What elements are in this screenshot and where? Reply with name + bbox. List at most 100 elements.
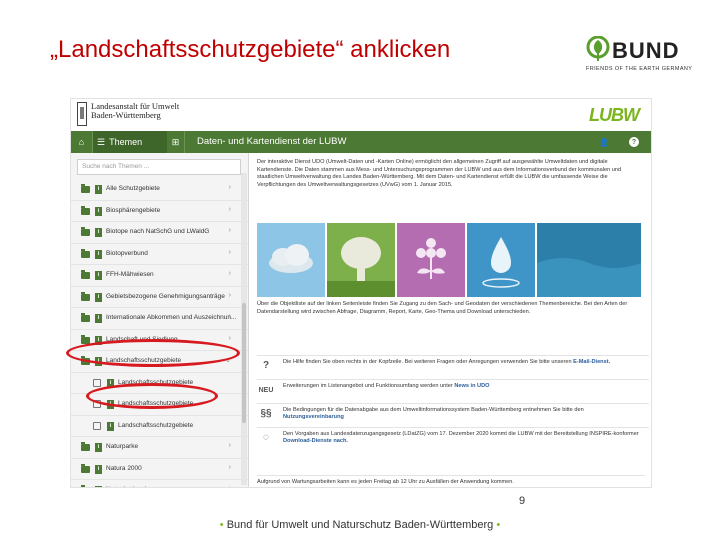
chevron-icon[interactable]: › <box>229 270 231 277</box>
highlight-ellipse <box>86 383 218 409</box>
theme-tree-item[interactable]: i FFH-Mähwiesen › <box>71 265 248 287</box>
theme-tree-item[interactable]: i Naturparke › <box>71 437 248 459</box>
theme-tree-label: Naturparke <box>106 443 139 450</box>
theme-tree: i Alle Schutzgebiete › i Biosphärengebiete › i… <box>71 179 248 487</box>
info-icon[interactable]: i <box>95 249 102 259</box>
chevron-icon[interactable]: › <box>229 249 231 256</box>
theme-tree-item[interactable]: i Internationale Abkommen und Auszeichnun… <box>71 308 248 330</box>
info-icon[interactable]: i <box>95 228 102 237</box>
info-icon[interactable]: i <box>95 271 102 280</box>
lubw-header: Landesanstalt für Umwelt Baden-Württembe… <box>71 99 651 131</box>
wave-image[interactable] <box>537 223 641 297</box>
chevron-icon[interactable]: › <box>229 184 231 191</box>
theme-tree-item[interactable]: i Naturdenkmale › <box>71 480 248 487</box>
info-row-icon: ◌ <box>263 432 269 443</box>
lubw-logo: LUBW <box>589 105 640 125</box>
footer-text: Bund für Umwelt und Naturschutz Baden-Wü… <box>226 519 494 531</box>
info-row-link[interactable]: News in UDO <box>454 383 489 389</box>
info-icon[interactable]: i <box>95 443 102 452</box>
flower-icon <box>397 223 465 297</box>
theme-tree-item[interactable]: i Biosphärengebiete › <box>71 201 248 222</box>
highlight-ellipse <box>66 339 240 367</box>
theme-tree-label: Biotopverbund <box>106 249 148 257</box>
theme-tree-item[interactable]: i Biotopverbund › <box>71 244 248 265</box>
chevron-icon[interactable]: › <box>229 313 231 320</box>
footer-bullet: • <box>496 519 501 531</box>
theme-tree-label: Biosphärengebiete <box>106 206 161 214</box>
theme-search-input[interactable]: Suche nach Themen ... <box>77 159 241 175</box>
info-icon[interactable]: i <box>95 486 102 487</box>
theme-tree-item[interactable]: i Alle Schutzgebiete › <box>71 179 248 201</box>
lubw-screenshot: Landesanstalt für Umwelt Baden-Württembe… <box>70 98 652 488</box>
theme-tree-label: Biotope nach NatSchG und LWaldG <box>106 228 210 235</box>
navigation-hint-text: Über die Objektliste auf der linken Seit… <box>257 301 628 315</box>
info-row-text: Die Bedingungen für die Datenabgabe aus … <box>283 407 643 421</box>
bund-leaf-icon <box>586 36 610 61</box>
slide-title: „Landschaftsschutzgebiete“ anklicken <box>50 36 451 63</box>
info-row-body: Die Bedingungen für die Datenabgabe aus … <box>283 407 584 413</box>
lubw-org-name: Landesanstalt für Umwelt Baden-Württembe… <box>91 101 180 120</box>
info-row-link[interactable]: Nutzungsvereinbarung <box>283 414 344 420</box>
intro-text: Der interaktive Dienst UDO (Umwelt-Daten… <box>257 159 622 188</box>
info-icon[interactable]: i <box>95 292 102 302</box>
info-row-icon: ? <box>262 360 270 371</box>
home-button[interactable]: ⌂ <box>71 131 93 153</box>
theme-tree-label: Gebietsbezogene Genehmigungsanträge <box>106 292 225 300</box>
info-icon[interactable]: i <box>95 314 102 323</box>
navbar: ⌂ ☰ Themen ⊞ Daten- und Kartendienst der… <box>71 131 651 153</box>
layer-icon <box>93 421 101 430</box>
theme-tree-item[interactable]: i Gebietsbezogene Genehmigungsanträge › <box>71 287 248 308</box>
chevron-icon[interactable]: › <box>229 464 231 471</box>
help-icon: ? <box>629 137 639 147</box>
maintenance-note: Aufgrund von Wartungsarbeiten kann es je… <box>257 475 645 485</box>
chevron-icon[interactable]: › <box>229 292 231 299</box>
info-row-icon: NEU <box>258 387 274 394</box>
folder-icon <box>81 485 85 487</box>
chevron-icon[interactable]: › <box>229 442 231 449</box>
chevron-icon[interactable]: › <box>229 206 231 213</box>
info-row-link[interactable]: Download-Dienste nach. <box>283 438 348 444</box>
theme-tree-item[interactable]: i Landschaftsschutzgebiete <box>71 416 248 437</box>
water-image[interactable] <box>467 223 535 297</box>
folder-icon <box>81 205 90 215</box>
info-icon[interactable]: i <box>95 185 102 194</box>
info-icon[interactable]: i <box>107 421 114 431</box>
themes-button[interactable]: ☰ Themen <box>93 131 167 153</box>
folder-icon <box>81 463 90 473</box>
state-crest-icon <box>77 102 87 126</box>
cloud-icon <box>257 223 325 297</box>
folder-icon <box>81 248 90 258</box>
chevron-icon[interactable]: › <box>229 227 231 234</box>
info-row-body: Erweiterungen im Listenangebot und Funkt… <box>283 383 453 389</box>
layer-icon <box>93 378 101 387</box>
slide-footer: • Bund für Umwelt und Naturschutz Baden-… <box>0 519 720 531</box>
sky-cloud-image[interactable] <box>257 223 325 297</box>
grid-icon: ⊞ <box>171 136 180 147</box>
info-row-text: Erweiterungen im Listenangebot und Funkt… <box>283 383 643 390</box>
flower-image[interactable] <box>397 223 465 297</box>
info-icon[interactable]: i <box>95 464 102 474</box>
help-button[interactable]: ? <box>623 131 645 153</box>
menu-icon: ☰ <box>97 136 106 147</box>
folder-icon <box>81 442 90 451</box>
sidebar-scroll-thumb[interactable] <box>242 303 246 423</box>
chevron-icon[interactable]: › <box>229 335 231 342</box>
grid-button[interactable]: ⊞ <box>167 131 185 153</box>
info-row-text: Den Vorgaben aus Landesdatenzugangsgeset… <box>283 431 643 445</box>
app-title: Daten- und Kartendienst der LUBW <box>197 136 347 147</box>
water-drop-icon <box>467 223 535 297</box>
theme-tree-item[interactable]: i Natura 2000 › <box>71 459 248 480</box>
tree-image[interactable] <box>327 223 395 297</box>
folder-icon <box>81 184 90 193</box>
theme-tree-item[interactable]: i Biotope nach NatSchG und LWaldG › <box>71 222 248 244</box>
theme-tree-label: Landschaftsschutzgebiete <box>118 421 194 429</box>
main-content: Der interaktive Dienst UDO (Umwelt-Daten… <box>253 157 649 487</box>
info-row-link[interactable]: E-Mail-Dienst. <box>573 359 610 365</box>
info-icon[interactable]: i <box>95 206 102 216</box>
theme-tree-label: FFH-Mähwiesen <box>106 271 154 278</box>
chevron-icon[interactable]: › <box>229 485 231 487</box>
theme-tree-label: Internationale Abkommen und Auszeichnun.… <box>106 314 237 321</box>
page-number: 9 <box>519 495 526 507</box>
user-button[interactable]: 👤 <box>595 131 613 153</box>
folder-icon <box>81 270 90 279</box>
